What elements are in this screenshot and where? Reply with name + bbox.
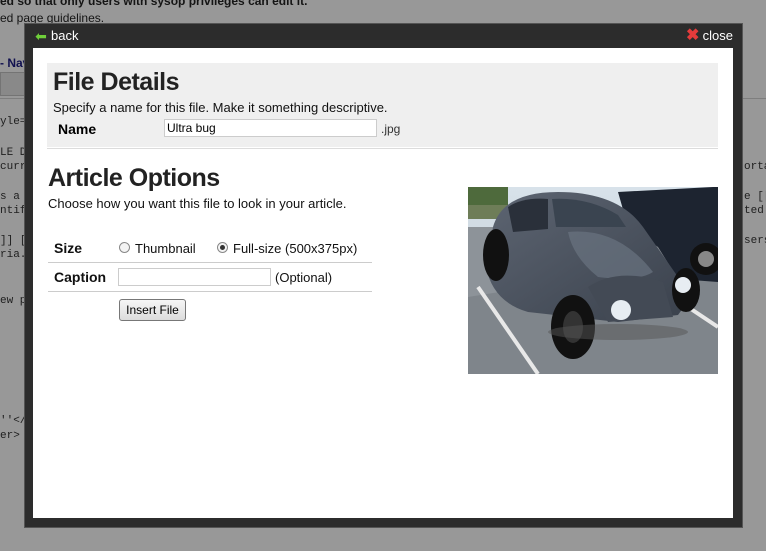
caption-optional-hint: (Optional) (275, 270, 333, 285)
dialog-topbar: ⬅ back ✖ close (25, 24, 742, 48)
file-preview-image (468, 187, 718, 374)
back-link[interactable]: ⬅ back (34, 28, 78, 43)
row-divider (48, 291, 372, 292)
thumbnail-radio[interactable] (119, 242, 130, 253)
file-extension: .jpg (381, 122, 401, 136)
back-arrow-icon: ⬅ (35, 27, 47, 44)
name-label: Name (58, 121, 97, 137)
file-details-title: File Details (53, 68, 180, 96)
close-x-icon: ✖ (685, 26, 700, 44)
file-name-input[interactable] (164, 119, 377, 137)
file-details-description: Specify a name for this file. Make it so… (53, 100, 388, 115)
row-divider (48, 262, 372, 263)
close-link[interactable]: ✖ close (685, 26, 733, 44)
fullsize-option-label[interactable]: Full-size (500x375px) (233, 241, 357, 256)
close-label: close (702, 28, 733, 43)
caption-input[interactable] (118, 268, 271, 286)
file-details-section: File Details Specify a name for this fil… (47, 63, 718, 147)
section-divider (47, 148, 718, 149)
caption-label: Caption (54, 269, 107, 285)
insert-file-dialog: ⬅ back ✖ close File Details Specify a na… (24, 23, 743, 528)
fullsize-radio[interactable] (217, 242, 228, 253)
article-options-title: Article Options (48, 164, 220, 192)
size-label: Size (54, 240, 83, 256)
thumbnail-option-label[interactable]: Thumbnail (135, 241, 196, 256)
insert-file-button[interactable]: Insert File (119, 299, 186, 321)
article-options-description: Choose how you want this file to look in… (48, 196, 347, 211)
back-label: back (51, 28, 79, 43)
dialog-content: File Details Specify a name for this fil… (33, 48, 733, 518)
